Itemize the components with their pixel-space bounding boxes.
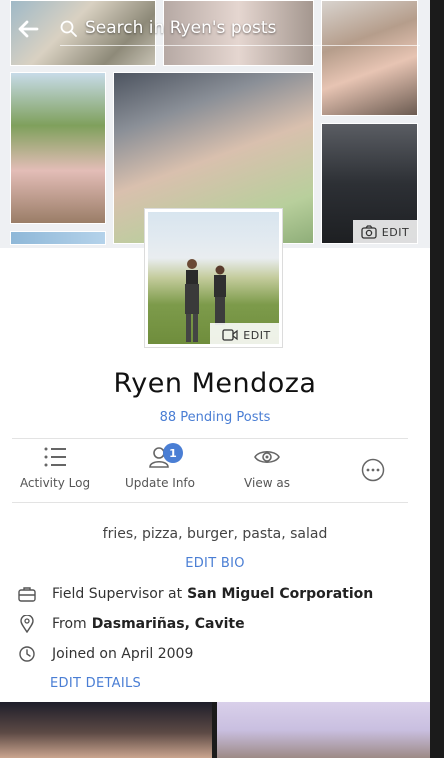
cover-photo-4 [10,72,106,224]
divider [12,502,408,503]
edit-cover-label: EDIT [381,225,410,239]
profile-name: Ryen Mendoza [113,368,317,399]
video-camera-icon [222,329,238,341]
grid-photo-2[interactable] [217,702,430,758]
more-icon [361,458,385,482]
clock-icon [18,645,36,663]
screen-edge [430,0,444,758]
edit-details-link[interactable]: EDIT DETAILS [50,676,141,691]
joined-text: Joined on April 2009 [52,646,194,662]
pending-posts-link[interactable]: 88 Pending Posts [0,410,430,425]
location-pin-icon [18,615,36,633]
profile-photo[interactable]: EDIT [144,208,283,348]
work-title: Field Supervisor at [52,586,183,602]
grid-photo-1[interactable] [0,702,212,758]
hometown-detail: From Dasmariñas, Cavite [18,615,245,633]
work-detail: Field Supervisor at San Miguel Corporati… [18,585,373,603]
list-icon [44,447,66,467]
eye-icon [254,450,280,464]
from-place[interactable]: Dasmariñas, Cavite [92,616,245,632]
back-arrow-icon [18,20,39,38]
search-icon [60,20,77,37]
back-button[interactable] [0,0,56,58]
photo-grid [0,702,430,758]
activity-log-button[interactable]: Activity Log [0,446,110,490]
more-options-button[interactable] [318,458,428,482]
briefcase-icon [18,585,36,603]
profile-photo-image: EDIT [148,212,279,344]
edit-cover-button[interactable]: EDIT [353,220,417,244]
view-as-label: View as [244,476,290,490]
edit-bio-link[interactable]: EDIT BIO [0,556,430,571]
from-label: From [52,616,87,632]
notification-badge: 1 [163,443,183,463]
activity-log-label: Activity Log [19,476,91,490]
update-info-button[interactable]: 1 Update Info [105,443,215,490]
bio-text: fries, pizza, burger, pasta, salad [102,526,328,542]
search-underline [60,45,420,46]
joined-detail: Joined on April 2009 [18,645,193,663]
view-as-button[interactable]: View as [212,446,322,490]
work-company[interactable]: San Miguel Corporation [187,586,373,602]
divider [12,438,408,439]
edit-profile-photo-label: EDIT [243,328,271,342]
edit-profile-photo-button[interactable]: EDIT [210,323,279,344]
search-bar[interactable]: Search in Ryen's posts [60,18,276,38]
camera-icon [361,225,377,239]
cover-photo-7 [10,231,106,245]
profile-actions: Activity Log 1 Update Info View as [0,443,430,502]
update-info-label: Update Info [125,476,195,490]
search-input[interactable]: Search in Ryen's posts [85,18,276,38]
